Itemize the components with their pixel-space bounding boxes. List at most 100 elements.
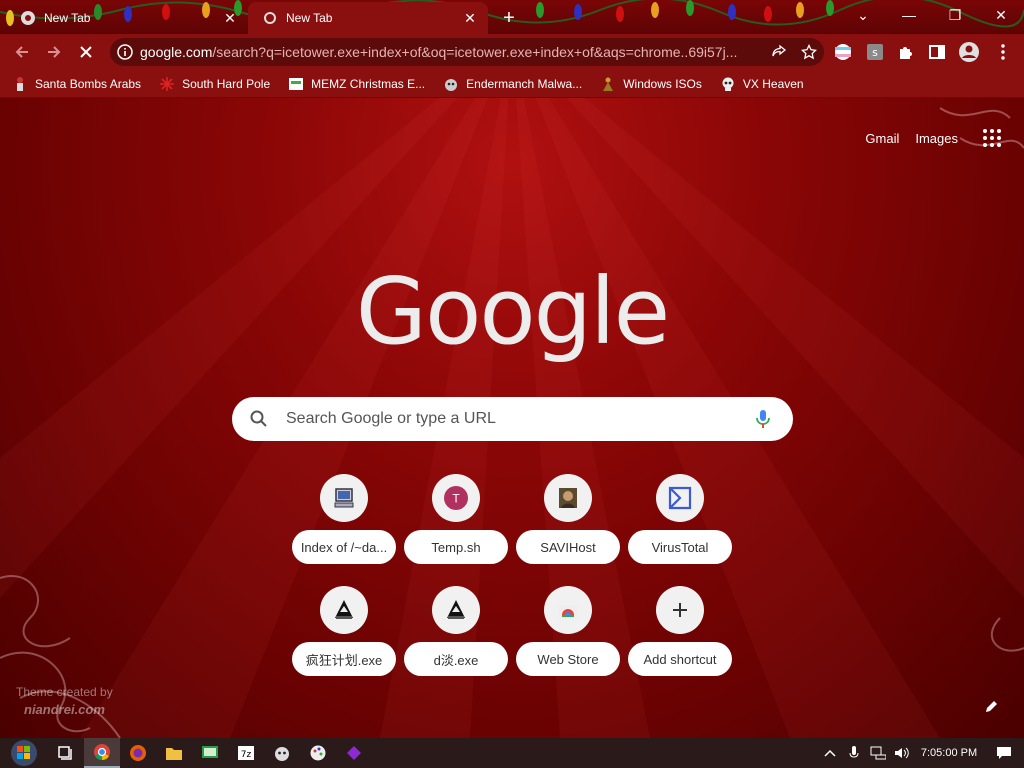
search-input[interactable] [286,410,733,428]
bookmark-label: VX Heaven [742,76,804,91]
url-path: /search?q=icetower.exe+index+of&oq=iceto… [212,44,738,60]
tab-new-tab-1[interactable]: New Tab ✕ [8,2,248,34]
firefox-icon [130,745,146,761]
taskbar-file-explorer[interactable] [156,738,192,768]
add-shortcut-button[interactable]: Add shortcut [624,586,736,682]
restore-button[interactable]: ❐ [932,0,978,30]
shortcut-virustotal[interactable]: VirusTotal [624,474,736,570]
taskbar-app-palette[interactable] [300,738,336,768]
exe-icon [320,586,368,634]
google-apps-grid-icon[interactable] [980,126,1004,150]
taskbar-7zip[interactable]: 7z [228,738,264,768]
bookmarks-bar: Santa Bombs Arabs South Hard Pole MEMZ C… [0,70,1024,98]
url-text[interactable]: google.com/search?q=icetower.exe+index+o… [140,44,764,60]
bookmark-memz-christmas[interactable]: MEMZ Christmas E... [288,76,425,92]
chrome-icon [21,11,35,25]
exe-icon [432,586,480,634]
close-tab-icon[interactable]: ✕ [220,8,240,28]
monitor-icon [202,746,218,758]
letter-t-icon: T [432,474,480,522]
tab-new-tab-2[interactable]: New Tab ✕ [248,2,488,34]
new-tab-button[interactable]: + [496,5,522,31]
webstore-icon [544,586,592,634]
network-icon[interactable] [866,746,890,760]
search-box[interactable] [232,397,793,441]
bookmark-vx-heaven[interactable]: VX Heaven [720,76,804,92]
new-tab-page: Gmail Images Google Index of /~da... T T… [0,98,1024,738]
shortcut-tiles: Index of /~da... T Temp.sh SAVIHost Viru… [288,474,736,682]
stop-button[interactable] [70,36,102,68]
extension-flag-icon[interactable] [832,41,854,63]
shortcut-savihost[interactable]: SAVIHost [512,474,624,570]
bookmark-santa-bombs-arabs[interactable]: Santa Bombs Arabs [12,76,141,92]
site-info-icon[interactable] [110,44,140,60]
bookmark-windows-isos[interactable]: Windows ISOs [600,76,702,92]
tab-search-button[interactable]: ⌄ [840,0,886,30]
figure-icon [600,76,616,92]
computer-icon [320,474,368,522]
photo-icon [544,474,592,522]
bookmark-south-hard-pole[interactable]: South Hard Pole [159,76,270,92]
taskbar-clock[interactable]: 7:05:00 PM [914,747,984,759]
taskbar-chrome[interactable] [84,738,120,768]
shortcut-label: Temp.sh [404,530,508,564]
profile-avatar-icon[interactable] [958,41,980,63]
shortcut-web-store[interactable]: Web Store [512,586,624,682]
shortcut-exe-2[interactable]: d淡.exe [400,586,512,682]
shortcut-index-of[interactable]: Index of /~da... [288,474,400,570]
taskbar-app-purple[interactable] [336,738,372,768]
archive-icon: 7z [238,746,254,760]
customize-pencil-icon[interactable] [980,694,1004,718]
start-button[interactable] [0,738,48,768]
back-button[interactable] [6,36,38,68]
images-link[interactable]: Images [915,131,958,146]
arrow-right-icon [48,46,61,58]
cat-icon [443,76,459,92]
taskbar-app-cat[interactable] [264,738,300,768]
forward-button[interactable] [38,36,70,68]
side-panel-icon[interactable] [926,41,948,63]
bookmark-endermanch[interactable]: Endermanch Malwa... [443,76,582,92]
shortcut-label: SAVIHost [516,530,620,564]
snowflake-icon [159,76,175,92]
theme-credit-link[interactable]: niandrei.com [16,701,113,718]
taskbar-app-green[interactable] [192,738,228,768]
santa-icon [12,76,28,92]
google-logo: Google [355,258,670,365]
bookmark-label: Windows ISOs [623,76,702,91]
chevron-up-icon[interactable] [818,749,842,757]
star-bookmark-icon[interactable] [794,44,824,60]
taskbar-firefox[interactable] [120,738,156,768]
bookmark-label: MEMZ Christmas E... [311,76,426,91]
minimize-button[interactable]: — [886,0,932,30]
task-view-icon[interactable] [48,738,84,768]
puzzle-extensions-icon[interactable] [895,41,917,63]
microphone-icon[interactable] [733,409,793,429]
shortcut-exe-1[interactable]: 疯狂计划.exe [288,586,400,682]
close-window-button[interactable]: ✕ [978,0,1024,30]
more-menu-icon[interactable] [992,41,1014,63]
microphone-icon[interactable] [842,745,866,761]
plus-icon [656,586,704,634]
share-icon[interactable] [764,44,794,60]
close-tab-icon[interactable]: ✕ [460,8,480,28]
loading-favicon-icon [264,12,276,24]
sigma-icon [656,474,704,522]
extension-s-icon[interactable]: s [864,41,886,63]
theme-credit-line1: Theme created by [16,685,113,699]
folder-icon [166,748,182,760]
notifications-icon[interactable] [984,746,1024,760]
shortcut-label: d淡.exe [404,642,508,676]
shortcut-temp-sh[interactable]: T Temp.sh [400,474,512,570]
tab-title: New Tab [286,11,333,25]
shortcut-label: VirusTotal [628,530,732,564]
palette-icon [310,745,326,761]
cat-icon [275,747,289,761]
chrome-icon [94,744,110,761]
top-links: Gmail Images [849,126,1004,150]
address-bar[interactable]: google.com/search?q=icetower.exe+index+o… [110,38,824,66]
volume-icon[interactable] [890,746,914,760]
gmail-link[interactable]: Gmail [865,131,899,146]
bookmark-label: Santa Bombs Arabs [35,76,142,91]
shortcut-label: Web Store [516,642,620,676]
